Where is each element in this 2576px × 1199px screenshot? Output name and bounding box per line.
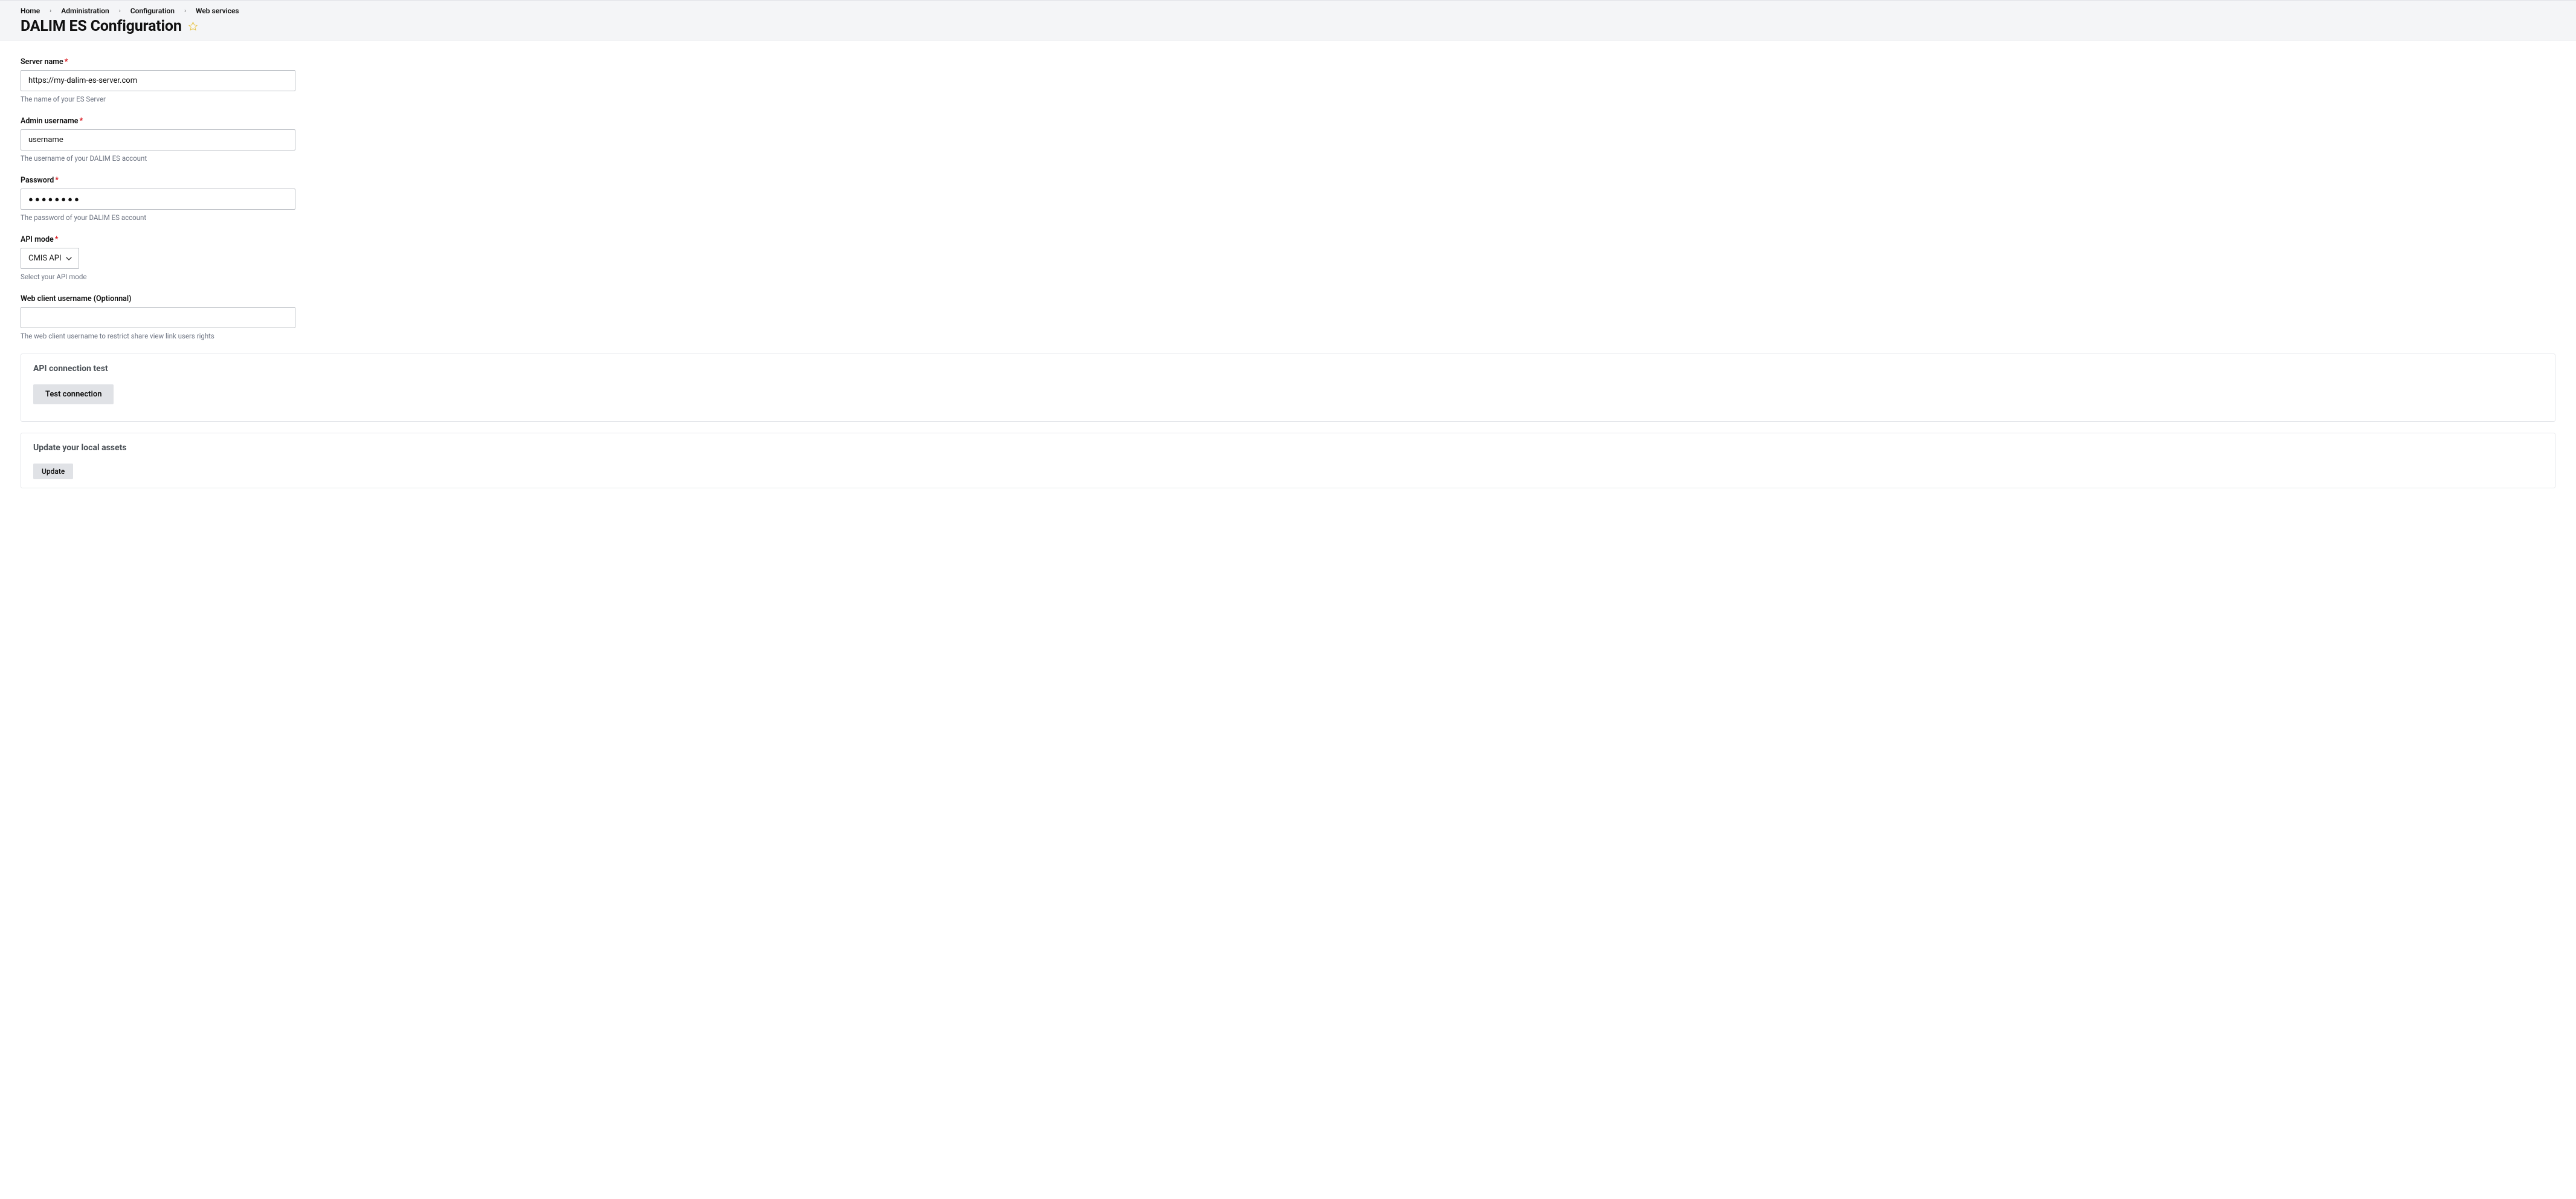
password-help: The password of your DALIM ES account	[21, 213, 2555, 222]
update-assets-panel: Update your local assets Update	[21, 433, 2555, 488]
breadcrumb-administration[interactable]: Administration	[61, 7, 109, 15]
required-marker: *	[65, 57, 68, 66]
label-text: Password	[21, 176, 54, 185]
field-admin-username: Admin username* The username of your DAL…	[21, 117, 2555, 163]
web-client-username-input[interactable]	[21, 307, 295, 328]
required-marker: *	[55, 235, 59, 244]
api-mode-label: API mode*	[21, 235, 58, 244]
breadcrumb-web-services[interactable]: Web services	[196, 7, 239, 15]
server-name-label: Server name*	[21, 57, 68, 66]
password-label: Password*	[21, 176, 59, 185]
update-button[interactable]: Update	[33, 464, 73, 479]
api-mode-select[interactable]: CMIS API	[21, 248, 79, 269]
api-mode-selected: CMIS API	[28, 254, 62, 263]
admin-username-input[interactable]	[21, 129, 295, 150]
server-name-help: The name of your ES Server	[21, 95, 2555, 103]
password-input[interactable]: ●●●●●●●●	[21, 189, 295, 210]
chevron-right-icon: ›	[119, 8, 121, 15]
chevron-right-icon: ›	[50, 8, 51, 15]
breadcrumb: Home › Administration › Configuration › …	[21, 7, 2555, 15]
chevron-right-icon: ›	[184, 8, 186, 15]
test-connection-button[interactable]: Test connection	[33, 384, 114, 404]
required-marker: *	[55, 176, 59, 185]
web-client-username-label: Web client username (Optionnal)	[21, 294, 132, 303]
admin-username-help: The username of your DALIM ES account	[21, 154, 2555, 163]
title-row: DALIM ES Configuration	[21, 18, 2555, 35]
breadcrumb-configuration[interactable]: Configuration	[130, 7, 175, 15]
admin-username-label: Admin username*	[21, 117, 83, 126]
label-text: API mode	[21, 235, 54, 244]
label-text: Admin username	[21, 117, 78, 126]
api-mode-help: Select your API mode	[21, 273, 2555, 281]
server-name-input[interactable]	[21, 70, 295, 91]
field-api-mode: API mode* CMIS API Select your API mode	[21, 235, 2555, 281]
api-connection-test-title: API connection test	[33, 364, 2543, 373]
label-text: Server name	[21, 57, 63, 66]
api-connection-test-panel: API connection test Test connection	[21, 354, 2555, 422]
field-web-client-username: Web client username (Optionnal) The web …	[21, 294, 2555, 340]
header-bar: Home › Administration › Configuration › …	[0, 0, 2576, 40]
field-password: Password* ●●●●●●●● The password of your …	[21, 176, 2555, 222]
web-client-username-help: The web client username to restrict shar…	[21, 332, 2555, 340]
chevron-down-icon	[65, 255, 72, 262]
favorite-star-icon[interactable]	[188, 21, 198, 31]
content: Server name* The name of your ES Server …	[0, 40, 2576, 523]
field-server-name: Server name* The name of your ES Server	[21, 57, 2555, 103]
required-marker: *	[79, 117, 83, 126]
page-title: DALIM ES Configuration	[21, 18, 182, 35]
update-assets-title: Update your local assets	[33, 443, 2543, 453]
breadcrumb-home[interactable]: Home	[21, 7, 40, 15]
